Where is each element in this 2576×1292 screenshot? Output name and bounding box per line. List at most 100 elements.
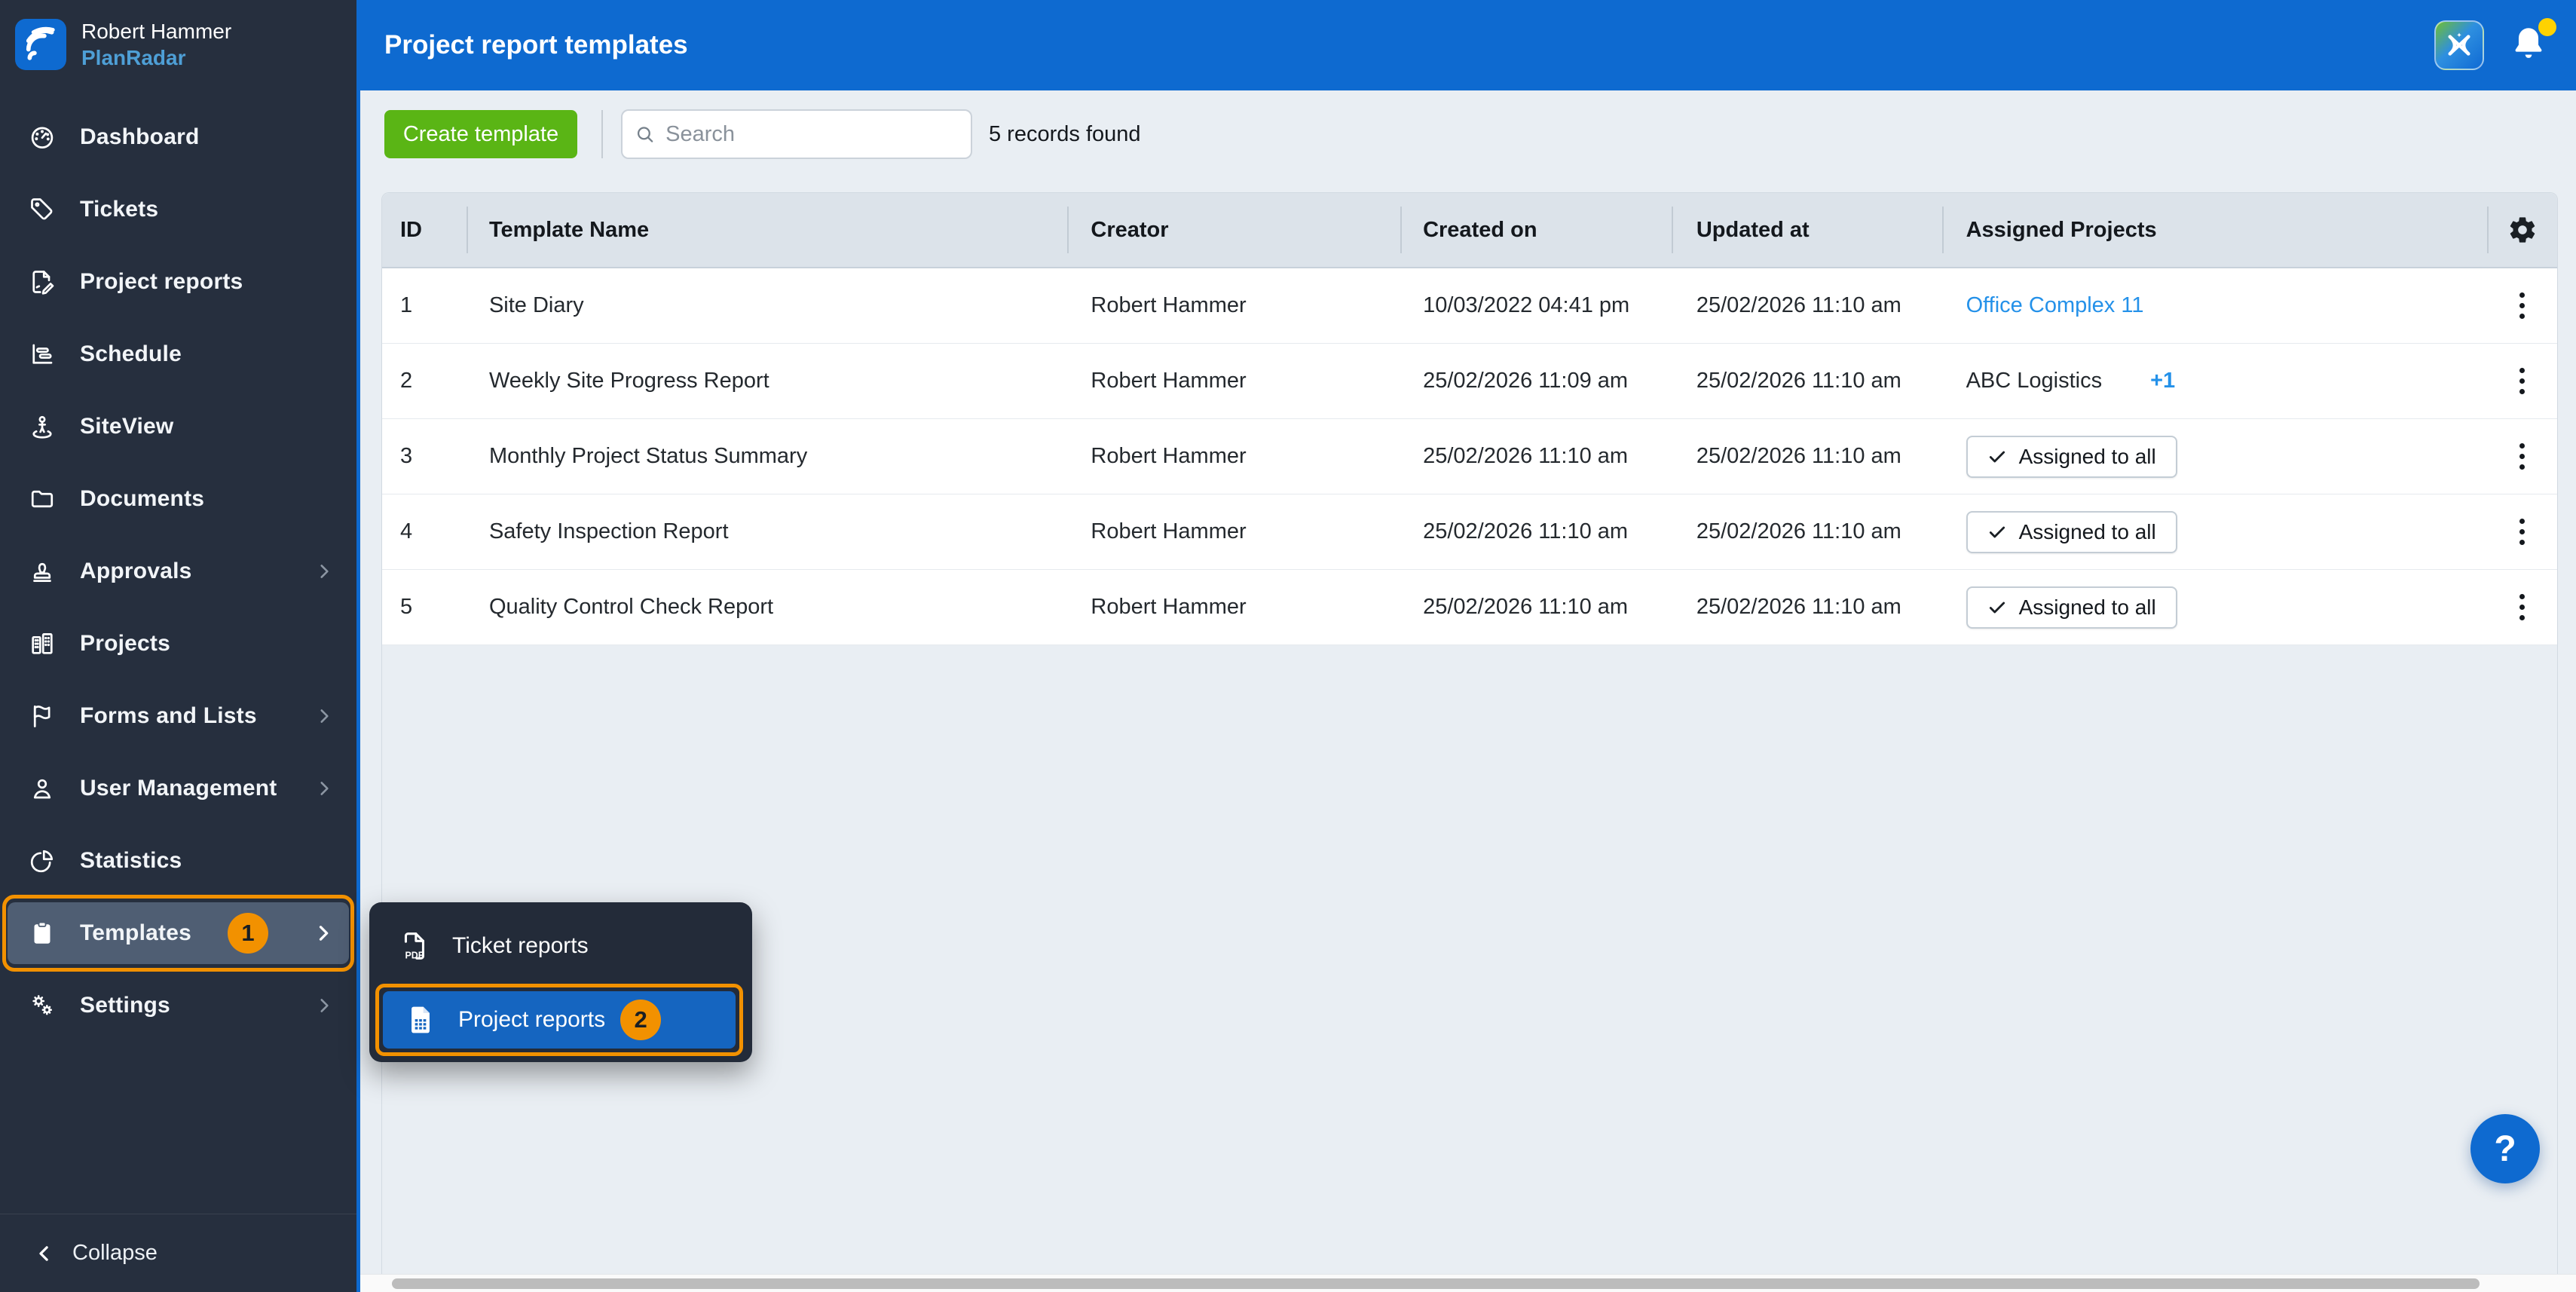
sidebar-item-schedule[interactable]: Schedule bbox=[8, 318, 349, 390]
sidebar-item-settings[interactable]: Settings bbox=[8, 969, 349, 1042]
statistics-icon bbox=[26, 844, 59, 877]
cell-actions bbox=[2487, 433, 2557, 480]
row-menu-kebab-icon[interactable] bbox=[2506, 357, 2538, 405]
assigned-projects-more-link[interactable]: +1 bbox=[2150, 369, 2175, 393]
column-header-assigned-projects[interactable]: Assigned Projects bbox=[1942, 193, 2487, 267]
user-name: Robert Hammer bbox=[81, 18, 231, 44]
user-block[interactable]: Robert Hammer PlanRadar bbox=[0, 0, 356, 86]
sidebar-item-forms-and-lists[interactable]: Forms and Lists bbox=[8, 680, 349, 752]
settings-icon bbox=[26, 989, 59, 1022]
cell-id: 1 bbox=[382, 293, 467, 318]
assigned-to-all-button[interactable]: Assigned to all bbox=[1966, 586, 2177, 629]
cell-created-on: 25/02/2026 11:10 am bbox=[1400, 595, 1672, 620]
column-divider bbox=[2487, 207, 2489, 253]
row-menu-kebab-icon[interactable] bbox=[2506, 433, 2538, 480]
column-header-created-on[interactable]: Created on bbox=[1400, 193, 1672, 267]
sidebar-item-user-management[interactable]: User Management bbox=[8, 752, 349, 825]
cell-actions bbox=[2487, 583, 2557, 631]
column-header-creator[interactable]: Creator bbox=[1067, 193, 1400, 267]
row-menu-kebab-icon[interactable] bbox=[2506, 282, 2538, 329]
cell-id: 5 bbox=[382, 595, 467, 620]
check-icon bbox=[1987, 522, 2007, 542]
page-title: Project report templates bbox=[384, 0, 688, 90]
column-header-id[interactable]: ID bbox=[382, 193, 467, 267]
collapse-label: Collapse bbox=[72, 1241, 158, 1266]
search-input[interactable] bbox=[665, 122, 959, 147]
cell-template-name: Site Diary bbox=[467, 293, 1067, 318]
cell-updated-at: 25/02/2026 11:10 am bbox=[1672, 444, 1942, 469]
flyout-item-project-reports[interactable]: Project reports 2 bbox=[383, 991, 736, 1049]
cell-creator: Robert Hammer bbox=[1067, 519, 1400, 544]
sidebar-item-label: Forms and Lists bbox=[80, 703, 257, 729]
cell-creator: Robert Hammer bbox=[1067, 595, 1400, 620]
sidebar-item-label: Project reports bbox=[80, 269, 243, 295]
siteview-icon bbox=[26, 410, 59, 443]
table-settings-gear-icon[interactable] bbox=[2500, 207, 2545, 253]
sidebar-item-siteview[interactable]: SiteView bbox=[8, 390, 349, 463]
cell-created-on: 25/02/2026 11:09 am bbox=[1400, 369, 1672, 393]
sidebar-item-label: User Management bbox=[80, 776, 277, 801]
sidebar-item-label: Statistics bbox=[80, 848, 182, 874]
tickets-icon bbox=[26, 193, 59, 226]
cell-creator: Robert Hammer bbox=[1067, 293, 1400, 318]
help-button[interactable]: ? bbox=[2470, 1114, 2540, 1183]
sidebar-item-label: Projects bbox=[80, 631, 170, 657]
chevron-right-icon bbox=[314, 706, 334, 726]
cell-template-name: Monthly Project Status Summary bbox=[467, 444, 1067, 469]
cell-creator: Robert Hammer bbox=[1067, 369, 1400, 393]
cell-id: 4 bbox=[382, 519, 467, 544]
notifications-button[interactable] bbox=[2507, 23, 2555, 71]
row-menu-kebab-icon[interactable] bbox=[2506, 583, 2538, 631]
table-row[interactable]: 4 Safety Inspection Report Robert Hammer… bbox=[382, 494, 2557, 570]
sidebar-collapse-button[interactable]: Collapse bbox=[0, 1214, 356, 1292]
column-divider bbox=[1067, 207, 1069, 253]
table-row[interactable]: 5 Quality Control Check Report Robert Ha… bbox=[382, 570, 2557, 645]
row-menu-kebab-icon[interactable] bbox=[2506, 508, 2538, 556]
sidebar-item-dashboard[interactable]: Dashboard bbox=[8, 101, 349, 173]
cell-id: 3 bbox=[382, 444, 467, 469]
sidebar-item-label: Approvals bbox=[80, 559, 192, 584]
cell-template-name: Quality Control Check Report bbox=[467, 595, 1067, 620]
table-row[interactable]: 3 Monthly Project Status Summary Robert … bbox=[382, 419, 2557, 494]
cell-assigned-projects: Assigned to all bbox=[1942, 511, 2487, 553]
sidebar-item-label: Settings bbox=[80, 993, 170, 1018]
column-divider bbox=[1942, 207, 1944, 253]
forms-icon bbox=[26, 700, 59, 733]
assigned-project-link[interactable]: Office Complex 11 bbox=[1966, 293, 2144, 318]
sidebar-item-label: Tickets bbox=[80, 197, 158, 222]
horizontal-scrollbar-thumb[interactable] bbox=[392, 1278, 2480, 1289]
sidebar-content-divider bbox=[356, 0, 360, 1292]
assigned-to-all-button[interactable]: Assigned to all bbox=[1966, 511, 2177, 553]
sidebar-item-templates[interactable]: Templates 1 bbox=[8, 902, 349, 964]
sidebar-item-approvals[interactable]: Approvals bbox=[8, 535, 349, 608]
column-divider bbox=[1672, 207, 1673, 253]
cell-assigned-projects: Assigned to all bbox=[1942, 586, 2487, 629]
create-template-button[interactable]: Create template bbox=[384, 110, 577, 158]
cell-assigned-projects: Assigned to all bbox=[1942, 436, 2487, 478]
sidebar-item-statistics[interactable]: Statistics bbox=[8, 825, 349, 897]
table-row[interactable]: 1 Site Diary Robert Hammer 10/03/2022 04… bbox=[382, 268, 2557, 344]
assigned-to-all-button[interactable]: Assigned to all bbox=[1966, 436, 2177, 478]
cell-assigned-projects: Office Complex 11 bbox=[1942, 293, 2487, 318]
sidebar-item-project-reports[interactable]: Project reports bbox=[8, 246, 349, 318]
sidebar-item-projects[interactable]: Projects bbox=[8, 608, 349, 680]
step-badge-2: 2 bbox=[620, 1000, 661, 1040]
cell-updated-at: 25/02/2026 11:10 am bbox=[1672, 293, 1942, 318]
table-row[interactable]: 2 Weekly Site Progress Report Robert Ham… bbox=[382, 344, 2557, 419]
sidebar-item-tickets[interactable]: Tickets bbox=[8, 173, 349, 246]
notification-dot bbox=[2538, 18, 2556, 36]
pdf-file-icon: PDF bbox=[396, 929, 431, 963]
sidebar-item-label: Schedule bbox=[80, 341, 182, 367]
column-header-template-name[interactable]: Template Name bbox=[467, 193, 1067, 267]
search-box[interactable] bbox=[621, 109, 972, 159]
sidebar-item-label: SiteView bbox=[80, 414, 173, 439]
flyout-item-ticket-reports[interactable]: PDF Ticket reports bbox=[396, 919, 734, 973]
cell-creator: Robert Hammer bbox=[1067, 444, 1400, 469]
search-icon bbox=[635, 123, 655, 145]
table-header-row: ID Template Name Creator Created on Upda… bbox=[382, 193, 2557, 268]
column-header-updated-at[interactable]: Updated at bbox=[1672, 193, 1942, 267]
ai-assistant-button[interactable] bbox=[2434, 20, 2484, 70]
flyout-item-label: Ticket reports bbox=[452, 933, 589, 959]
sidebar-item-documents[interactable]: Documents bbox=[8, 463, 349, 535]
cell-actions bbox=[2487, 282, 2557, 329]
